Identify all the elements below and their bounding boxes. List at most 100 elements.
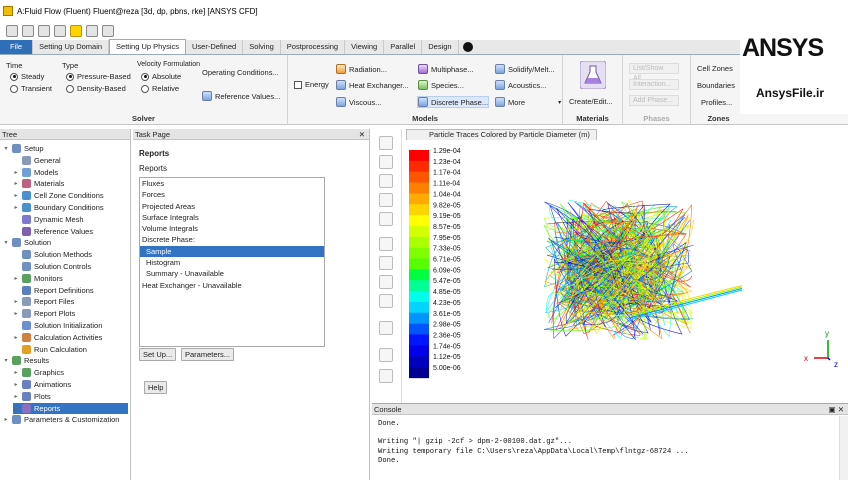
tree-node[interactable]: ▸ Plots (13, 391, 51, 402)
layout-multi-icon[interactable] (379, 369, 393, 383)
console-scrollbar[interactable] (839, 416, 848, 480)
tree-node[interactable]: ▸ Report Plots (13, 308, 75, 319)
tree-node[interactable]: ▸ Calculation Activities (13, 332, 102, 343)
acoustics-button[interactable]: Acoustics... (495, 80, 546, 90)
tab-setting-up-physics[interactable]: Setting Up Physics (109, 39, 186, 54)
report-list-item[interactable]: Sample (140, 245, 324, 258)
radio-pressure-based[interactable]: Pressure-Based (66, 72, 131, 81)
tree-twisty[interactable]: ▸ (13, 275, 19, 282)
radio-density-based[interactable]: Density-Based (66, 84, 126, 93)
axes-orient-icon[interactable] (379, 321, 393, 335)
tree-twisty[interactable]: ▸ (13, 393, 19, 400)
tree-twisty[interactable]: ▸ (13, 204, 19, 211)
tree-node[interactable]: ▸ Animations (13, 379, 71, 390)
profiles-button[interactable]: Profiles... (701, 98, 732, 107)
layout-icon[interactable] (102, 25, 114, 37)
zoom-out-icon[interactable] (379, 256, 393, 270)
tree-node[interactable]: ▸ Boundary Conditions (13, 202, 104, 213)
tree-node[interactable]: ▸ Parameters & Customization (3, 414, 119, 425)
tree-twisty[interactable]: ▸ (13, 310, 19, 317)
tree-twisty[interactable]: ▸ (13, 169, 19, 176)
tree-twisty[interactable]: ▸ (3, 416, 9, 423)
ansys-logo-icon[interactable] (70, 25, 82, 37)
tree-node[interactable]: Reference Values (13, 226, 93, 237)
report-list-item[interactable]: Discrete Phase: (140, 234, 324, 245)
tab-postprocessing[interactable]: Postprocessing (281, 40, 346, 54)
radio-transient[interactable]: Transient (10, 84, 52, 93)
tree-node[interactable]: ▾ Results (3, 355, 49, 366)
rotate-icon[interactable] (379, 136, 393, 150)
save-icon[interactable] (38, 25, 50, 37)
zoom-icon[interactable] (379, 174, 393, 188)
tree-node[interactable]: ▸ Monitors (13, 273, 63, 284)
layout-single-icon[interactable] (379, 348, 393, 362)
ribbon-help-icon[interactable] (462, 42, 473, 52)
tree-twisty[interactable]: ▸ (13, 334, 19, 341)
tree-twisty[interactable]: ▾ (3, 357, 9, 364)
tree-node[interactable]: Run Calculation (13, 344, 87, 355)
graphics-canvas[interactable]: 1.29e-04 1.23e-04 1.17e-04 1.11e-04 1.04e-04… (404, 140, 848, 403)
tree-node[interactable]: Report Definitions (13, 285, 94, 296)
tree-node[interactable]: ▾ Solution (3, 237, 51, 248)
boundaries-button[interactable]: Boundaries (697, 81, 735, 90)
tab-viewing[interactable]: Viewing (345, 40, 385, 54)
create-edit-button[interactable]: Create/Edit... (569, 97, 613, 106)
viscous-button[interactable]: Viscous... (336, 97, 381, 107)
tree-node[interactable]: Solution Controls (13, 261, 91, 272)
operating-conditions-button[interactable]: Operating Conditions... (202, 68, 279, 77)
tree-node[interactable]: ▸ Report Files (13, 296, 74, 307)
heat-exchanger-button[interactable]: Heat Exchanger... (336, 80, 409, 90)
open-icon[interactable] (22, 25, 34, 37)
tab-parallel[interactable]: Parallel (384, 40, 423, 54)
more-button[interactable]: More ▾ (495, 97, 561, 107)
radio-absolute[interactable]: Absolute (141, 72, 181, 81)
maximize-close-icon[interactable]: ▣ ✕ (829, 404, 844, 415)
tab-user-defined[interactable]: User-Defined (186, 40, 244, 54)
radiation-button[interactable]: Radiation... (336, 64, 387, 74)
zoom-box-icon[interactable] (379, 193, 393, 207)
tree-twisty[interactable]: ▾ (3, 145, 9, 152)
tab-solving[interactable]: Solving (243, 40, 281, 54)
fit-icon[interactable] (379, 275, 393, 289)
reference-values-button[interactable]: Reference Values... (202, 91, 280, 101)
console-output[interactable]: Done. Writing "| gzip -2cf > dpm-2-00100… (378, 420, 689, 466)
tab-file[interactable]: File (0, 40, 34, 54)
tree-node[interactable]: ▸ Materials (13, 178, 64, 189)
solidify-melt-button[interactable]: Solidify/Melt... (495, 64, 555, 74)
tree-twisty[interactable]: ▸ (13, 369, 19, 376)
tree-twisty[interactable]: ▸ (13, 405, 19, 412)
tree-twisty[interactable]: ▾ (3, 239, 9, 246)
setup-button[interactable]: Set Up... (139, 348, 177, 361)
report-list-item[interactable]: Projected Areas (140, 201, 324, 212)
tree-node[interactable]: ▸ Models (13, 167, 58, 178)
zoom-in-icon[interactable] (379, 237, 393, 251)
views-icon[interactable] (379, 294, 393, 308)
tab-setting-up-domain[interactable]: Setting Up Domain (33, 40, 110, 54)
help-button[interactable]: Help (144, 381, 168, 394)
close-icon[interactable]: ✕ (359, 129, 365, 140)
tree-node[interactable]: Solution Initialization (13, 320, 102, 331)
report-list-item[interactable]: Heat Exchanger - Unavailable (140, 280, 324, 291)
tree-node[interactable]: ▸ Reports (13, 402, 128, 414)
discrete-phase-button[interactable]: Discrete Phase... (416, 96, 490, 108)
reports-list[interactable]: Fluxes Forces Projected Areas Surface Integ… (139, 177, 325, 347)
mesh-icon[interactable] (54, 25, 66, 37)
new-icon[interactable] (6, 25, 18, 37)
flask-icon[interactable] (580, 61, 606, 89)
tree-twisty[interactable]: ▸ (13, 192, 19, 199)
probe-icon[interactable] (379, 212, 393, 226)
report-list-item[interactable]: Forces (140, 189, 324, 200)
multiphase-button[interactable]: Multiphase... (418, 64, 474, 74)
report-list-item[interactable]: Summary - Unavailable (140, 268, 324, 279)
report-list-item[interactable]: Fluxes (140, 178, 324, 189)
energy-checkbox[interactable]: Energy (294, 80, 329, 89)
parameters-button[interactable]: Parameters... (181, 348, 235, 361)
report-list-item[interactable]: Histogram (140, 257, 324, 268)
tree-node[interactable]: Solution Methods (13, 249, 92, 260)
tree-twisty[interactable]: ▸ (13, 381, 19, 388)
report-list-item[interactable]: Surface Integrals (140, 212, 324, 223)
tree-node[interactable]: ▸ Graphics (13, 367, 64, 378)
radio-steady[interactable]: Steady (10, 72, 44, 81)
tree-node[interactable]: ▾ Setup (3, 143, 44, 154)
viewer-tab[interactable]: Particle Traces Colored by Particle Diam… (406, 129, 597, 140)
